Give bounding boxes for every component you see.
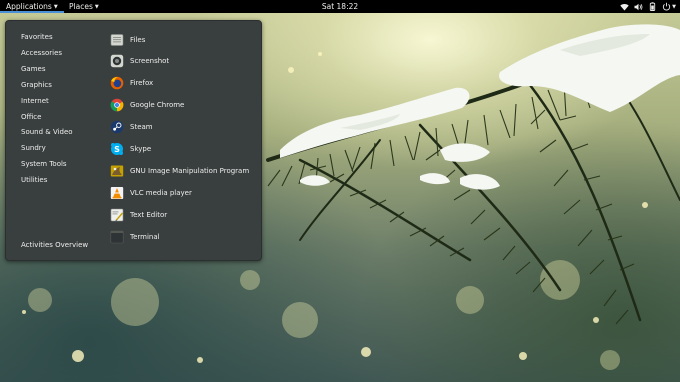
app-label: Skype <box>130 145 152 153</box>
files-icon <box>110 33 124 47</box>
screenshot-icon <box>110 54 124 68</box>
places-menu-button[interactable]: Places ▼ <box>63 0 105 13</box>
app-terminal[interactable]: Terminal <box>110 229 160 245</box>
app-google-chrome[interactable]: Google Chrome <box>110 97 184 113</box>
app-gimp[interactable]: GNU Image Manipulation Program <box>110 163 249 179</box>
battery-icon[interactable] <box>648 0 657 13</box>
app-label: GNU Image Manipulation Program <box>130 167 250 175</box>
chevron-down-icon: ▼ <box>672 3 676 10</box>
app-text-editor[interactable]: Text Editor <box>110 207 167 223</box>
volume-icon[interactable] <box>634 0 643 13</box>
terminal-icon <box>110 230 124 244</box>
app-label: Text Editor <box>130 211 168 219</box>
chrome-icon <box>110 98 124 112</box>
places-menu-label: Places <box>69 2 93 11</box>
category-sundry[interactable]: Sundry <box>21 142 46 154</box>
firefox-icon <box>110 76 124 90</box>
category-sound-video[interactable]: Sound & Video <box>21 126 73 138</box>
category-utilities[interactable]: Utilities <box>21 174 47 186</box>
svg-text:S: S <box>114 145 120 154</box>
app-label: VLC media player <box>130 189 192 197</box>
top-bar: Applications ▼ Places ▼ Sat 18:22 ▼ <box>0 0 680 13</box>
category-system-tools[interactable]: System Tools <box>21 158 67 170</box>
wifi-icon[interactable] <box>620 0 629 13</box>
applications-menu-button[interactable]: Applications ▼ <box>0 0 64 13</box>
power-icon[interactable]: ▼ <box>662 0 676 13</box>
category-graphics[interactable]: Graphics <box>21 79 52 91</box>
activities-overview-link[interactable]: Activities Overview <box>21 239 88 251</box>
chevron-down-icon: ▼ <box>94 3 99 10</box>
app-label: Files <box>130 36 146 44</box>
app-vlc[interactable]: VLC media player <box>110 185 192 201</box>
category-accessories[interactable]: Accessories <box>21 47 62 59</box>
applications-menu-panel: Favorites Accessories Games Graphics Int… <box>5 20 262 261</box>
clock-button[interactable]: Sat 18:22 <box>322 2 358 11</box>
status-area[interactable]: ▼ <box>620 0 676 13</box>
skype-icon: S <box>110 142 124 156</box>
vlc-icon <box>110 186 124 200</box>
category-internet[interactable]: Internet <box>21 95 49 107</box>
app-label: Steam <box>130 123 153 131</box>
text-editor-icon <box>110 208 124 222</box>
category-office[interactable]: Office <box>21 111 41 123</box>
app-steam[interactable]: Steam <box>110 119 153 135</box>
app-label: Terminal <box>130 233 160 241</box>
app-label: Screenshot <box>130 57 170 65</box>
app-label: Firefox <box>130 79 154 87</box>
app-firefox[interactable]: Firefox <box>110 75 153 91</box>
app-label: Google Chrome <box>130 101 185 109</box>
app-files[interactable]: Files <box>110 32 145 48</box>
chevron-down-icon: ▼ <box>53 3 58 10</box>
app-skype[interactable]: S Skype <box>110 141 151 157</box>
steam-icon <box>110 120 124 134</box>
category-games[interactable]: Games <box>21 63 46 75</box>
app-screenshot[interactable]: Screenshot <box>110 53 169 69</box>
gimp-icon <box>110 164 124 178</box>
applications-menu-label: Applications <box>6 2 52 11</box>
category-favorites[interactable]: Favorites <box>21 31 53 43</box>
